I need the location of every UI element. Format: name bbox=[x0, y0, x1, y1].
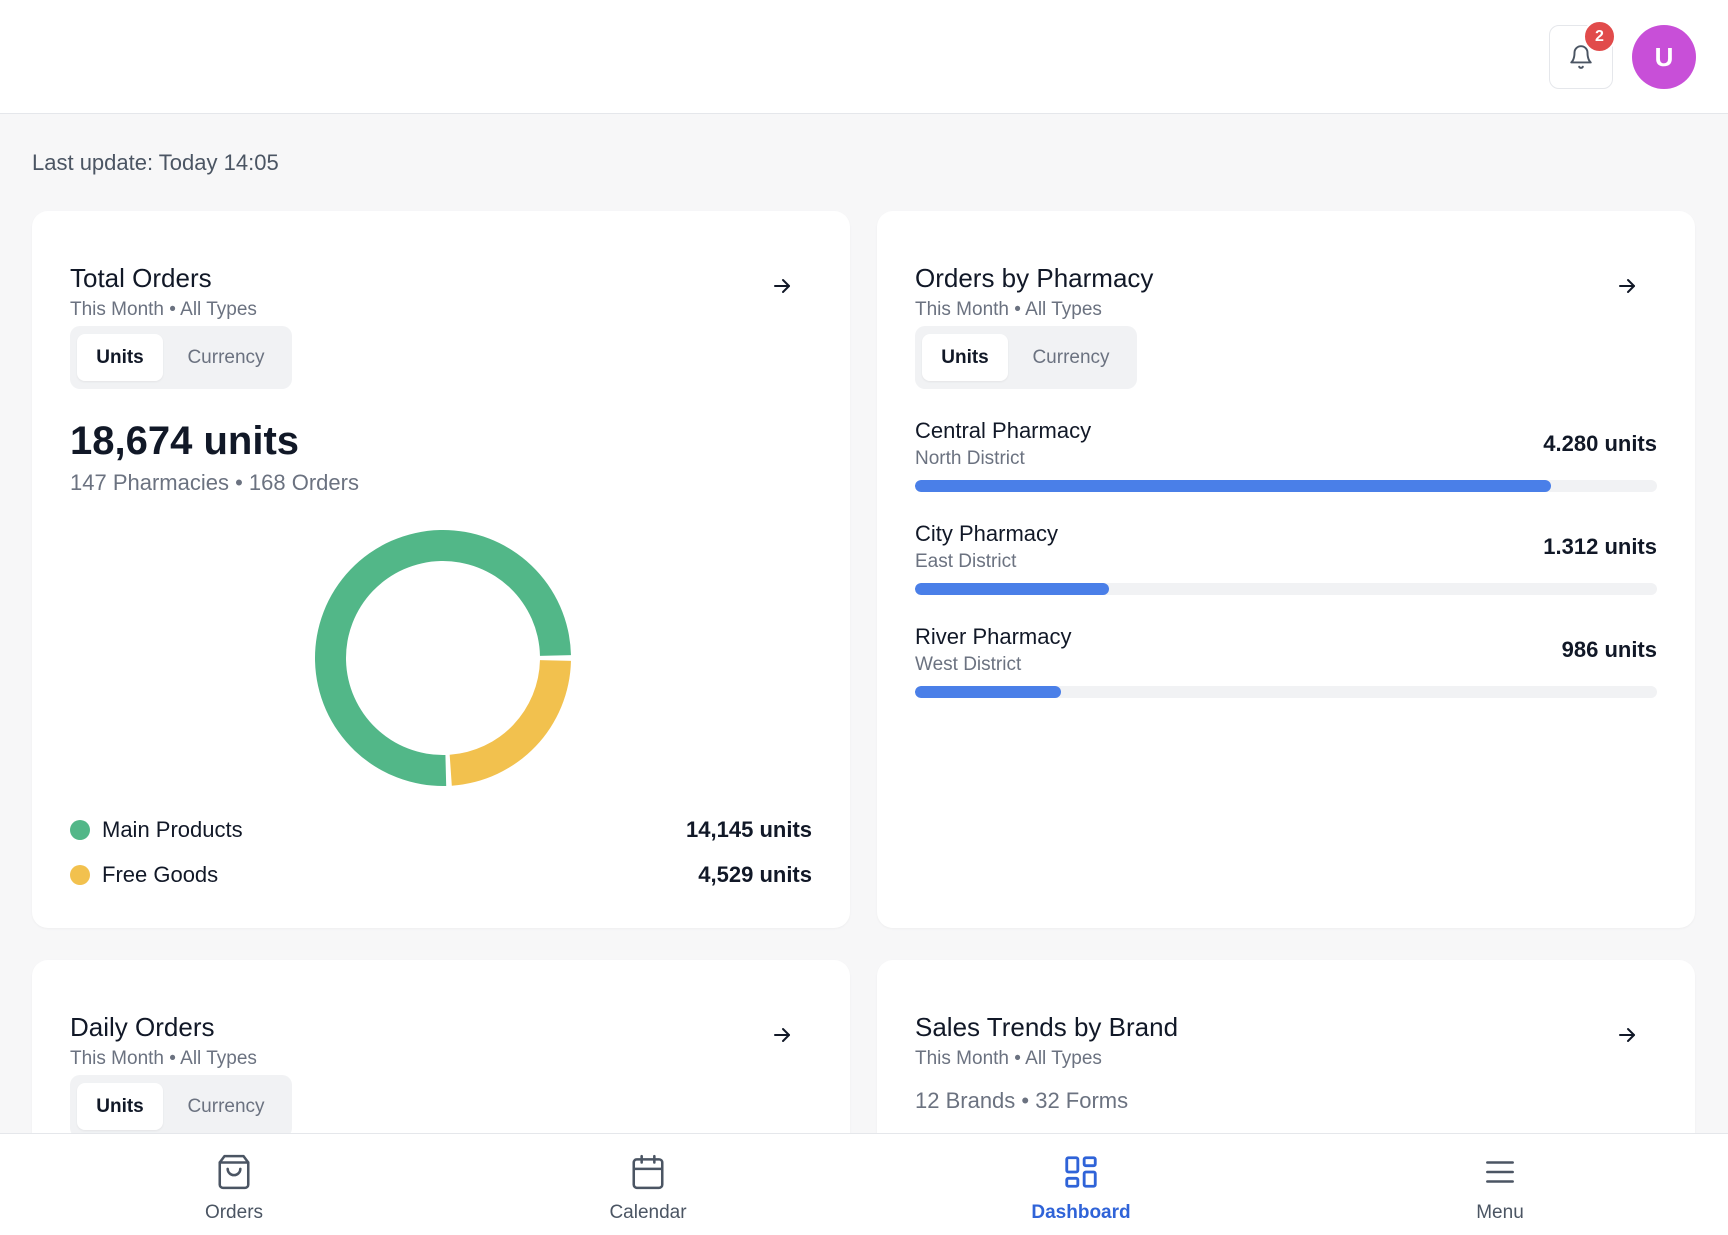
units-toggle-option[interactable]: Units bbox=[922, 334, 1008, 381]
progress-track bbox=[915, 686, 1657, 698]
nav-calendar-label: Calendar bbox=[609, 1202, 687, 1223]
pharmacy-district: North District bbox=[915, 448, 1025, 469]
dashboard-icon bbox=[1065, 1156, 1097, 1188]
open-total-orders-button[interactable] bbox=[768, 272, 796, 300]
card-subtitle: This Month • All Types bbox=[70, 299, 257, 320]
currency-toggle-option[interactable]: Currency bbox=[166, 1083, 286, 1130]
pharmacy-name: City Pharmacy bbox=[915, 521, 1059, 546]
avatar[interactable]: U bbox=[1632, 25, 1696, 89]
card-title: Sales Trends by Brand bbox=[915, 1012, 1179, 1042]
units-currency-toggle: Units Currency bbox=[70, 1075, 292, 1138]
units-toggle-option[interactable]: Units bbox=[77, 334, 163, 381]
progress-fill bbox=[915, 686, 1062, 698]
nav-dashboard[interactable]: Dashboard bbox=[981, 1152, 1181, 1227]
currency-toggle-option[interactable]: Currency bbox=[1011, 334, 1131, 381]
legend-row-main-products: Main Products 14,145 units bbox=[70, 815, 812, 845]
nav-menu[interactable]: Menu bbox=[1400, 1152, 1600, 1227]
last-update-text: Last update: Today 14:05 bbox=[32, 150, 279, 175]
nav-orders-label: Orders bbox=[204, 1202, 264, 1223]
progress-fill bbox=[915, 480, 1551, 492]
total-orders-summary: 147 Pharmacies • 168 Orders bbox=[70, 470, 359, 495]
legend-label: Main Products bbox=[102, 817, 243, 842]
card-subtitle: This Month • All Types bbox=[70, 1048, 257, 1069]
total-orders-card: Total Orders This Month • All Types Unit… bbox=[32, 211, 850, 928]
card-subtitle: This Month • All Types bbox=[915, 299, 1102, 320]
currency-toggle-option[interactable]: Currency bbox=[166, 334, 286, 381]
pharmacy-units: 4.280 units bbox=[1543, 431, 1657, 456]
orders-donut-chart bbox=[315, 530, 571, 786]
units-currency-toggle: Units Currency bbox=[70, 326, 292, 389]
hamburger-menu-icon bbox=[1486, 1161, 1514, 1183]
nav-orders[interactable]: Orders bbox=[134, 1152, 334, 1227]
sales-trends-summary: 12 Brands • 32 Forms bbox=[915, 1088, 1129, 1113]
legend-dot bbox=[70, 820, 90, 840]
card-title: Daily Orders bbox=[70, 1012, 215, 1042]
top-bar: 2 U bbox=[0, 0, 1728, 114]
notification-badge: 2 bbox=[1583, 20, 1616, 53]
pharmacy-district: East District bbox=[915, 551, 1017, 572]
pharmacy-row[interactable]: River Pharmacy West District 986 units bbox=[915, 624, 1657, 704]
sales-trends-card: Sales Trends by Brand This Month • All T… bbox=[877, 960, 1695, 1160]
progress-track bbox=[915, 583, 1657, 595]
arrow-right-icon bbox=[1619, 279, 1635, 293]
card-subtitle: This Month • All Types bbox=[915, 1048, 1102, 1069]
progress-track bbox=[915, 480, 1657, 492]
nav-calendar[interactable]: Calendar bbox=[548, 1152, 748, 1227]
pharmacy-name: Central Pharmacy bbox=[915, 418, 1092, 443]
nav-menu-label: Menu bbox=[1476, 1202, 1524, 1223]
pharmacy-district: West District bbox=[915, 654, 1022, 675]
legend-row-free-goods: Free Goods 4,529 units bbox=[70, 860, 812, 890]
pharmacy-name: River Pharmacy bbox=[915, 624, 1072, 649]
legend-value: 4,529 units bbox=[698, 862, 812, 887]
orders-by-pharmacy-card: Orders by Pharmacy This Month • All Type… bbox=[877, 211, 1695, 928]
shopping-bag-icon bbox=[218, 1154, 250, 1190]
card-title: Orders by Pharmacy bbox=[915, 263, 1154, 293]
legend-value: 14,145 units bbox=[686, 817, 812, 842]
arrow-right-icon bbox=[1619, 1028, 1635, 1042]
pharmacy-row[interactable]: City Pharmacy East District 1.312 units bbox=[915, 521, 1657, 601]
card-title: Total Orders bbox=[70, 263, 212, 293]
open-sales-trends-button[interactable] bbox=[1613, 1021, 1641, 1049]
pharmacy-units: 986 units bbox=[1561, 637, 1657, 662]
arrow-right-icon bbox=[774, 279, 790, 293]
open-daily-orders-button[interactable] bbox=[768, 1021, 796, 1049]
total-units-value: 18,674 units bbox=[70, 419, 300, 463]
calendar-icon bbox=[632, 1154, 664, 1190]
units-currency-toggle: Units Currency bbox=[915, 326, 1137, 389]
legend-dot bbox=[70, 865, 90, 885]
units-toggle-option[interactable]: Units bbox=[77, 1083, 163, 1130]
legend-label: Free Goods bbox=[102, 862, 219, 887]
pharmacy-units: 1.312 units bbox=[1543, 534, 1657, 559]
pharmacy-row[interactable]: Central Pharmacy North District 4.280 un… bbox=[915, 418, 1657, 498]
bottom-navigation: Orders Calendar Dashboard Menu bbox=[0, 1133, 1728, 1235]
daily-orders-card: Daily Orders This Month • All Types Unit… bbox=[32, 960, 850, 1160]
open-orders-by-pharmacy-button[interactable] bbox=[1613, 272, 1641, 300]
donut-slice-free-goods bbox=[449, 660, 571, 786]
progress-fill bbox=[915, 583, 1110, 595]
nav-dashboard-label: Dashboard bbox=[1031, 1202, 1131, 1223]
arrow-right-icon bbox=[774, 1028, 790, 1042]
